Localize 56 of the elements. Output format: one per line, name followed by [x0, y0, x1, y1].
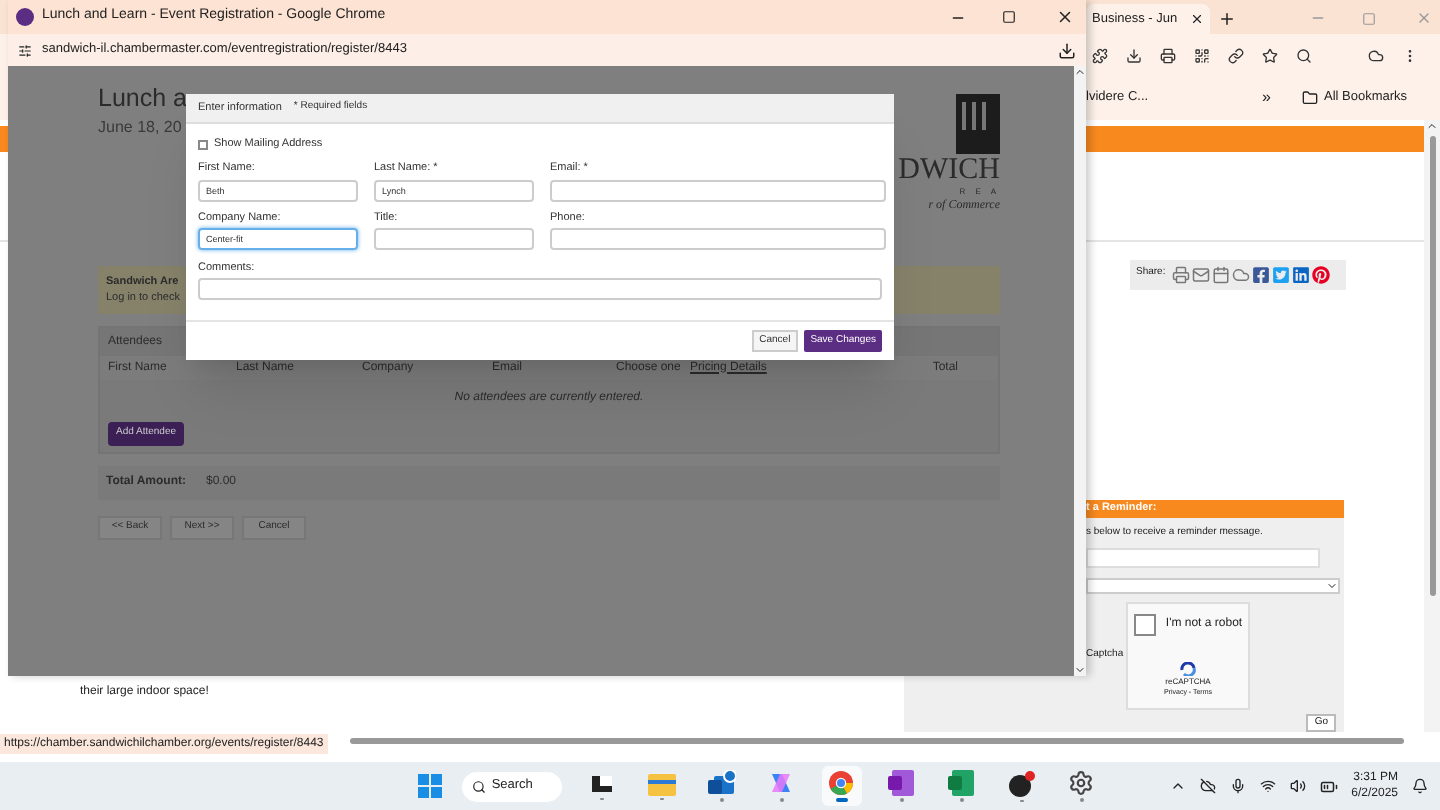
facebook-icon[interactable] [1251, 265, 1270, 283]
page-title: Lunch a [98, 82, 187, 116]
site-icon [16, 8, 34, 26]
microphone-icon[interactable] [1229, 778, 1246, 794]
checkbox[interactable] [198, 139, 208, 150]
app-icon [1007, 769, 1036, 798]
windows-start-icon[interactable] [417, 774, 442, 798]
close-icon[interactable] [1190, 12, 1204, 26]
notebook-app-icon [888, 770, 915, 797]
settings-icon [1068, 770, 1095, 797]
download-icon[interactable] [1126, 47, 1142, 63]
star-icon[interactable] [1262, 47, 1278, 63]
scroll-down-icon[interactable] [1074, 664, 1086, 676]
notification-icon[interactable] [1412, 778, 1429, 794]
email-icon[interactable] [1191, 265, 1210, 283]
linkedin-icon[interactable] [1291, 265, 1310, 283]
input-field[interactable] [374, 227, 534, 250]
qr-code-icon[interactable] [1194, 47, 1210, 63]
input-field[interactable] [550, 227, 886, 250]
print-icon[interactable] [1160, 47, 1176, 63]
wifi-icon[interactable] [1259, 778, 1276, 794]
recaptcha-logo-icon [1180, 661, 1196, 676]
copilot-icon [768, 770, 795, 797]
mail-app-icon [707, 770, 736, 797]
link-icon[interactable] [1228, 47, 1244, 63]
horizontal-scrollbar-thumb[interactable] [350, 737, 1404, 743]
bookmarks-overflow[interactable]: » [1262, 86, 1302, 110]
scrollbar-thumb[interactable] [1429, 136, 1435, 596]
download-icon[interactable] [1058, 41, 1076, 59]
spreadsheet-app-icon [948, 770, 975, 797]
extension-icon[interactable] [1092, 47, 1108, 63]
chevron-down-icon [1326, 580, 1338, 592]
cloud-icon[interactable] [1368, 47, 1384, 63]
cloud-off-icon[interactable] [1199, 778, 1216, 794]
task-view-icon [589, 771, 614, 796]
scroll-up-icon[interactable] [1074, 66, 1086, 78]
chrome-icon [828, 770, 855, 797]
maximize-icon[interactable] [1002, 10, 1016, 24]
email-field[interactable] [1086, 548, 1320, 568]
calendar-icon[interactable] [1211, 265, 1230, 283]
scroll-up-icon[interactable] [1426, 120, 1438, 132]
chevron-up-icon[interactable] [1169, 778, 1186, 794]
captcha-checkbox[interactable] [1133, 614, 1156, 636]
search-icon [471, 779, 486, 793]
input-field[interactable] [550, 179, 886, 201]
site-info-icon[interactable] [18, 43, 32, 57]
close-icon[interactable] [1056, 8, 1074, 26]
folder-icon[interactable] [1302, 90, 1318, 106]
new-tab-icon[interactable] [1218, 10, 1236, 28]
pinterest-icon[interactable] [1311, 265, 1330, 283]
search-icon[interactable] [1296, 47, 1312, 63]
event-date: June 18, 20 [98, 116, 184, 140]
comments-field[interactable] [198, 278, 882, 300]
battery-icon[interactable] [1319, 777, 1338, 795]
folder-icon [647, 771, 676, 796]
volume-icon[interactable] [1289, 778, 1306, 794]
